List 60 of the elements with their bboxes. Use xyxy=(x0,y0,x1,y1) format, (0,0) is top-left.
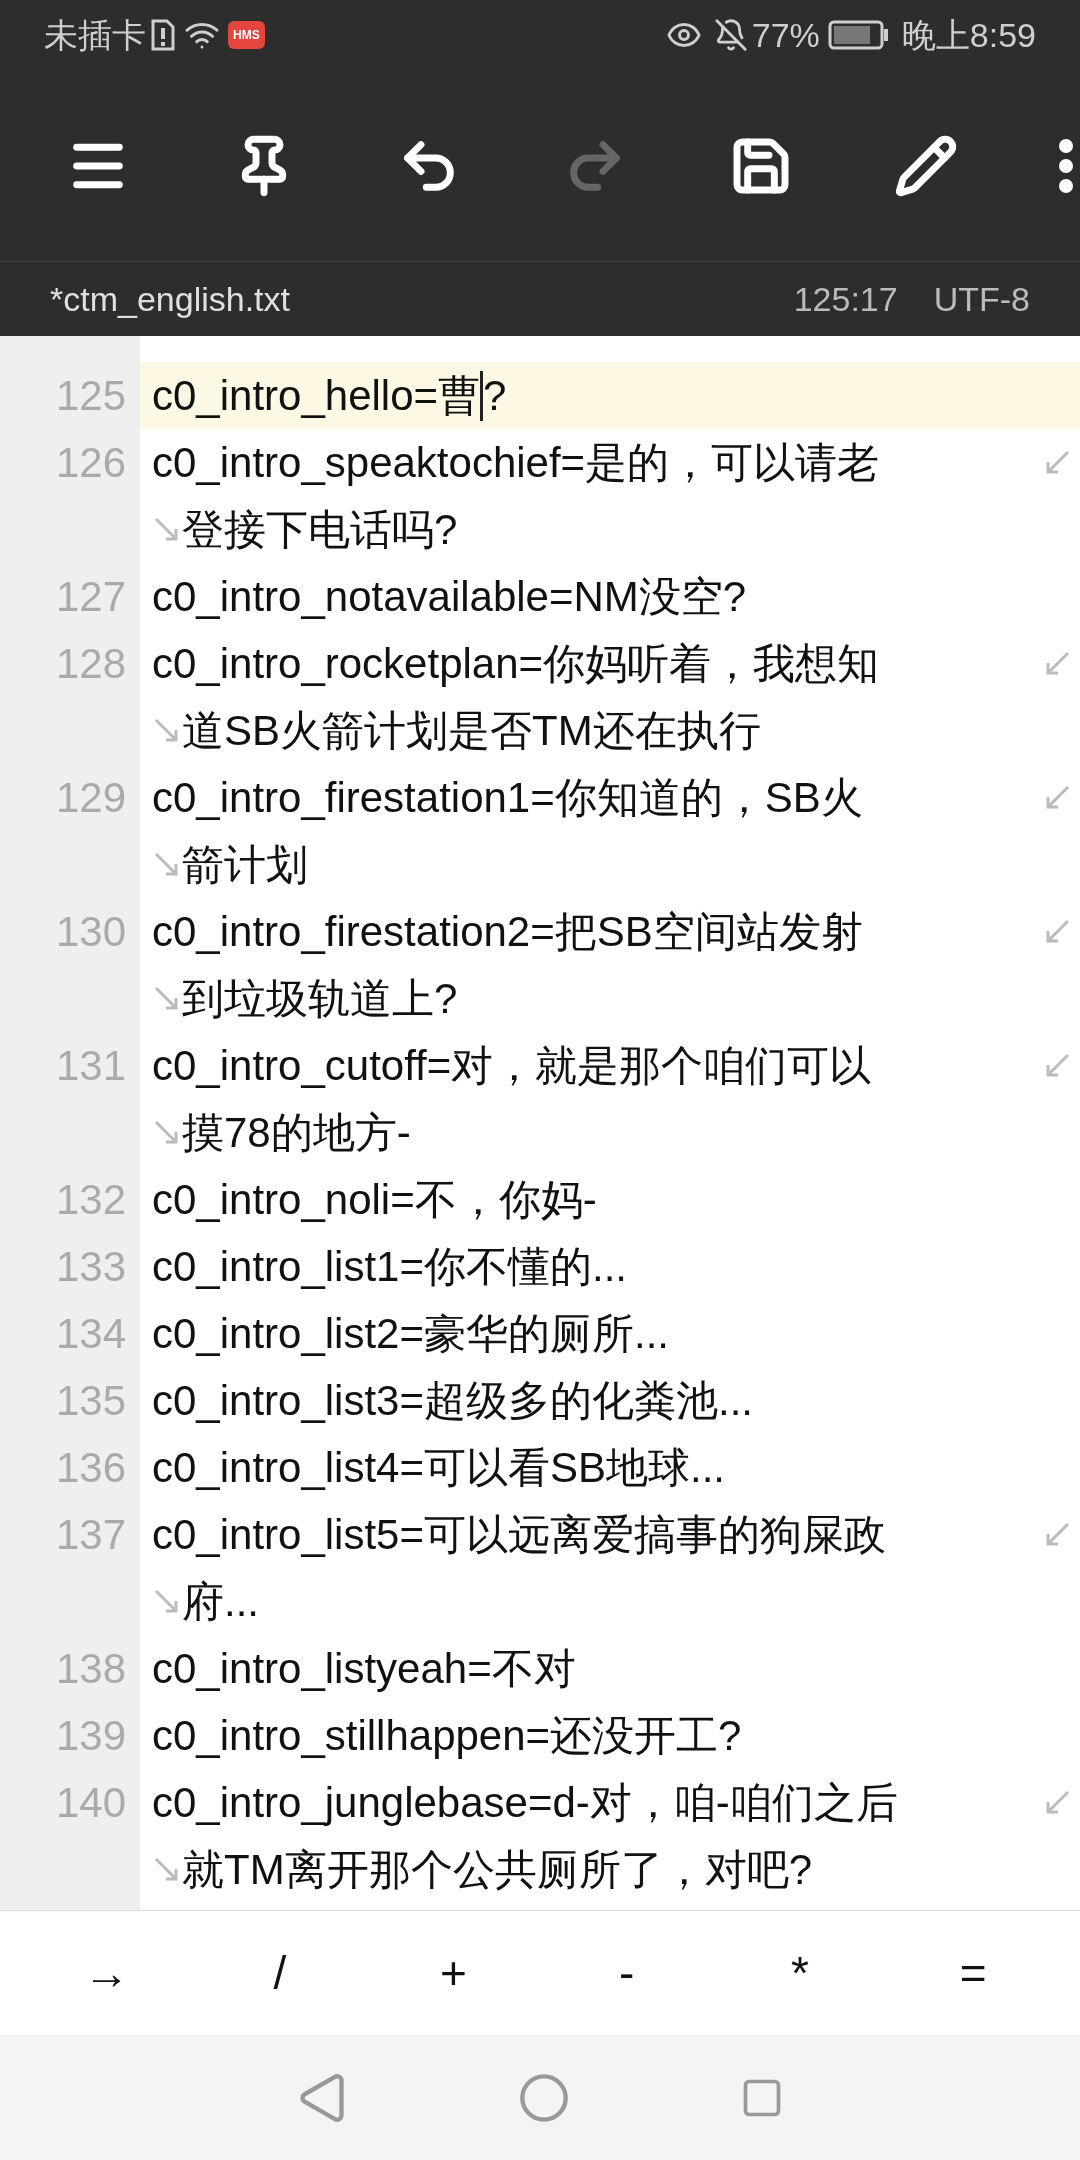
line-number: 126 xyxy=(55,438,126,488)
pencil-icon xyxy=(894,133,959,198)
line-number: 138 xyxy=(55,1644,126,1694)
code-text: c0_intro_junglebase=d-对，咱-咱们之后 xyxy=(152,1778,898,1828)
line-number: 127 xyxy=(55,572,126,622)
symbol-key[interactable]: / xyxy=(220,1923,340,2023)
code-text: c0_intro_noli=不，你妈- xyxy=(152,1175,597,1225)
more-icon xyxy=(1057,137,1074,194)
line-number: 129 xyxy=(55,773,126,823)
line-number: 130 xyxy=(55,907,126,957)
line-number: 133 xyxy=(55,1242,126,1292)
battery-percent: 77% xyxy=(751,14,820,56)
line-number: 131 xyxy=(55,1041,126,1091)
code-text: c0_intro_list1=你不懂的... xyxy=(152,1242,627,1292)
line-number: 125 xyxy=(55,371,126,421)
file-name: *ctm_english.txt xyxy=(50,278,290,320)
code-text: c0_intro_list3=超级多的化粪池... xyxy=(152,1376,753,1426)
code-text: 就TM离开那个公共厕所了，对吧? xyxy=(182,1845,812,1895)
code-text: 到垃圾轨道上? xyxy=(182,974,458,1024)
code-text: c0_intro_notavailable=NM没空? xyxy=(152,572,747,622)
hms-badge: HMS xyxy=(228,21,265,49)
code-text: c0_intro_listyeah=不对 xyxy=(152,1644,576,1694)
symbol-key[interactable]: * xyxy=(739,1923,860,2023)
line-number: 134 xyxy=(55,1309,126,1359)
symbol-key[interactable]: = xyxy=(913,1923,1034,2023)
cursor-position: 125:17 xyxy=(793,278,898,320)
line-number: 135 xyxy=(55,1376,126,1426)
line-number: 128 xyxy=(55,639,126,689)
code-text: 箭计划 xyxy=(182,840,308,890)
line-number: 139 xyxy=(55,1711,126,1761)
line-number: 132 xyxy=(55,1175,126,1225)
code-text: 登接下电话吗? xyxy=(182,505,458,555)
sim-icon xyxy=(150,18,176,52)
code-text: c0_intro_speaktochief=是的，可以请老 xyxy=(152,438,880,488)
symbol-key[interactable]: - xyxy=(566,1923,687,2023)
home-icon[interactable] xyxy=(518,2071,570,2124)
code-text: 摸78的地方- xyxy=(182,1108,411,1158)
line-number: 136 xyxy=(55,1443,126,1493)
encoding-label: UTF-8 xyxy=(933,278,1030,320)
code-text: c0_intro_list5=可以远离爱搞事的狗屎政 xyxy=(152,1510,886,1560)
carrier-text: 未插卡 xyxy=(44,14,146,56)
code-text: c0_intro_stillhappen=还没开工? xyxy=(152,1711,742,1761)
bell-off-icon xyxy=(713,18,748,52)
code-text: 府... xyxy=(182,1577,259,1627)
line-number: 137 xyxy=(55,1510,126,1560)
code-text: c0_intro_list2=豪华的厕所... xyxy=(152,1309,669,1359)
line-number: 140 xyxy=(55,1778,126,1828)
code-text: c0_intro_cutoff=对，就是那个咱们可以 xyxy=(152,1041,872,1091)
symbol-key[interactable]: → xyxy=(46,1923,167,2023)
code-text: c0_intro_list4=可以看SB地球... xyxy=(152,1443,726,1493)
symbol-key[interactable]: + xyxy=(393,1923,514,2023)
text-cursor xyxy=(480,370,484,421)
code-text: c0_intro_rocketplan=你妈听着，我想知 xyxy=(152,639,880,689)
code-text: c0_intro_firestation1=你知道的，SB火 xyxy=(152,773,863,823)
code-text: c0_intro_hello=曹 xyxy=(152,371,481,421)
code-text: c0_intro_firestation2=把SB空间站发射 xyxy=(152,907,863,957)
code-text: 道SB火箭计划是否TM还在执行 xyxy=(182,706,761,756)
clock-text: 晚上8:59 xyxy=(901,14,1036,56)
battery-icon xyxy=(827,20,890,50)
code-text: ? xyxy=(483,371,507,421)
